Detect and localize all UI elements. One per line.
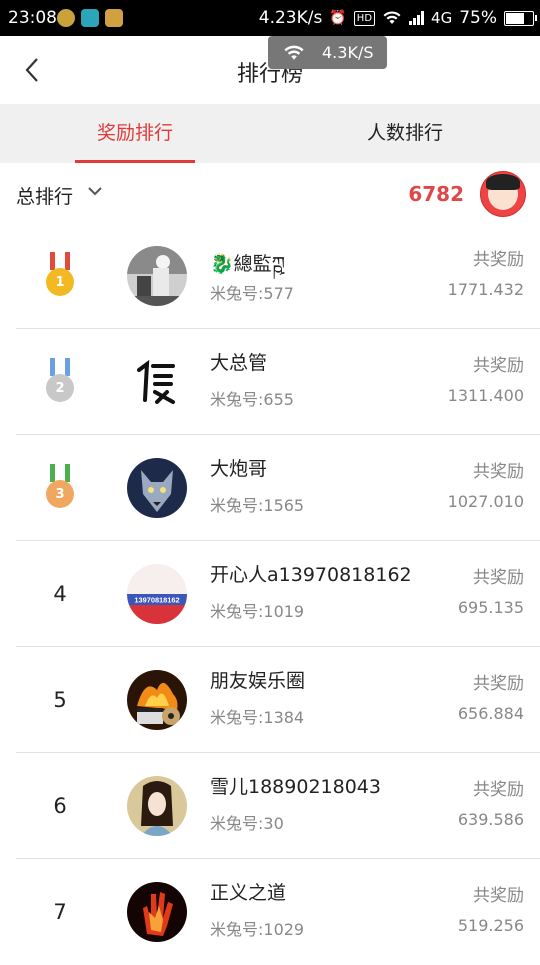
- user-id: 米兔号:1565: [210, 496, 305, 515]
- chevron-down-icon[interactable]: [87, 185, 103, 197]
- rank-cell: 7: [28, 859, 92, 965]
- list-item[interactable]: 5 朋友娱乐圈 米兔号:1384 共奖励 656.884: [0, 647, 540, 753]
- avatar: [127, 458, 187, 518]
- rank-number: 7: [53, 900, 67, 924]
- rank-cell: 3: [28, 435, 92, 541]
- notification-app-icon: [81, 9, 99, 27]
- gold-medal-icon: 1: [45, 252, 75, 300]
- reward-value: 1771.432: [447, 280, 524, 299]
- reward-label: 共奖励: [473, 462, 524, 482]
- my-avatar[interactable]: [480, 171, 526, 217]
- rank-cell: 2: [28, 329, 92, 435]
- ranking-list: 1 🐉總監ཀྵ 米兔号:577 共奖励 1771.432 2 大总管 米兔号:6…: [0, 223, 540, 965]
- reward-value: 656.884: [457, 704, 524, 723]
- rank-number: 4: [53, 582, 67, 606]
- ranking-filter-dropdown[interactable]: 总排行: [16, 182, 73, 209]
- battery-icon: [504, 10, 537, 26]
- tab-reward-ranking[interactable]: 奖励排行: [0, 104, 270, 163]
- list-item[interactable]: 7 正义之道 米兔号:1029 共奖励 519.256: [0, 859, 540, 965]
- svg-text:13970818162: 13970818162: [134, 596, 179, 605]
- reward-value: 1027.010: [447, 492, 524, 511]
- ranking-tabs: 奖励排行 人数排行: [0, 104, 540, 163]
- user-id: 米兔号:30: [210, 814, 284, 833]
- toast-speed: 4.3K/S: [322, 43, 374, 62]
- network-speed-toast: 4.3K/S: [268, 36, 387, 69]
- network-speed: 4.23K/s: [258, 8, 323, 28]
- notification-app-icon: [57, 9, 75, 27]
- wifi-icon: [383, 11, 401, 24]
- app-header: 排行榜 4.3K/S: [0, 36, 540, 104]
- user-id: 米兔号:655: [210, 390, 294, 409]
- user-id: 米兔号:1384: [210, 708, 305, 727]
- list-item[interactable]: 4 13970818162 开心人a13970818162 米兔号:1019 共…: [0, 541, 540, 647]
- list-item[interactable]: 3 大炮哥 米兔号:1565 共奖励 1027.010: [0, 435, 540, 541]
- user-name: 朋友娱乐圈: [210, 670, 306, 692]
- user-name: 开心人a13970818162: [210, 564, 412, 586]
- avatar: [127, 246, 187, 306]
- user-id: 米兔号:577: [210, 284, 294, 303]
- user-name: 大总管: [210, 352, 268, 374]
- rank-cell: 1: [28, 223, 92, 329]
- silver-medal-icon: 2: [45, 358, 75, 406]
- reward-label: 共奖励: [473, 568, 524, 588]
- filter-row: 总排行 6782: [0, 163, 540, 225]
- avatar: [127, 352, 187, 412]
- user-id: 米兔号:1029: [210, 920, 305, 939]
- rank-cell: 4: [28, 541, 92, 647]
- user-name: 正义之道: [210, 882, 287, 904]
- avatar: [127, 776, 187, 836]
- rank-cell: 6: [28, 753, 92, 859]
- reward-value: 639.586: [457, 810, 524, 829]
- reward-value: 519.256: [457, 916, 524, 935]
- list-item[interactable]: 2 大总管 米兔号:655 共奖励 1311.400: [0, 329, 540, 435]
- list-item[interactable]: 6 雪儿18890218043 米兔号:30 共奖励 639.586: [0, 753, 540, 859]
- notification-app-icon: [105, 9, 123, 27]
- my-score: 6782: [408, 182, 464, 206]
- hd-icon: HD: [353, 10, 376, 26]
- rank-number: 6: [53, 794, 67, 818]
- reward-label: 共奖励: [473, 674, 524, 694]
- user-name: 大炮哥: [210, 458, 268, 480]
- user-id: 米兔号:1019: [210, 602, 305, 621]
- reward-value: 695.135: [457, 598, 524, 617]
- reward-label: 共奖励: [473, 886, 524, 906]
- avatar: 13970818162: [127, 564, 187, 624]
- battery-percent: 75%: [459, 8, 497, 28]
- user-name: 雪儿18890218043: [210, 776, 381, 798]
- network-type: 4G: [431, 9, 453, 27]
- alarm-icon: ⏰: [329, 10, 347, 26]
- bronze-medal-icon: 3: [45, 464, 75, 512]
- rank-number: 5: [53, 688, 67, 712]
- reward-label: 共奖励: [473, 250, 524, 270]
- tab-people-ranking[interactable]: 人数排行: [270, 104, 540, 163]
- clock: 23:08: [8, 8, 57, 28]
- reward-value: 1311.400: [447, 386, 524, 405]
- reward-label: 共奖励: [473, 780, 524, 800]
- status-bar: 23:08 4.23K/s ⏰ HD 4G 75%: [0, 0, 540, 36]
- avatar: [127, 882, 187, 942]
- avatar: [127, 670, 187, 730]
- reward-label: 共奖励: [473, 356, 524, 376]
- signal-icon: [409, 11, 425, 25]
- rank-cell: 5: [28, 647, 92, 753]
- list-item[interactable]: 1 🐉總監ཀྵ 米兔号:577 共奖励 1771.432: [0, 223, 540, 329]
- wifi-icon: [284, 45, 304, 60]
